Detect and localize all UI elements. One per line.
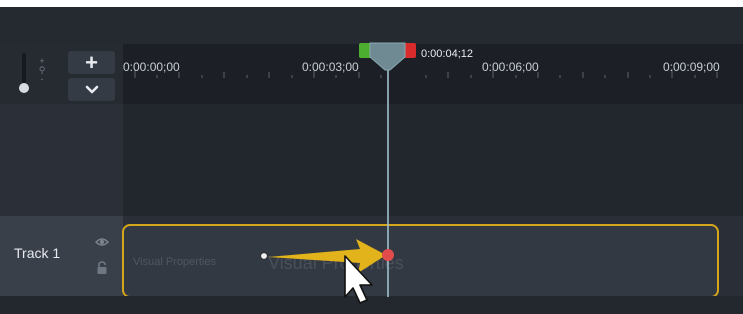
start-keyframe [260,252,268,260]
playhead-time-readout: 0:00:04;12 [421,48,473,60]
timeline-panel: + ⚲ - + 0:00:00;00 0:00:03;00 0:00:06;00… [0,7,743,314]
timeline-overlay [260,42,416,304]
playhead-keyframe [382,249,394,261]
arrow-annotation-icon [268,239,386,273]
playhead-handle [369,42,406,71]
